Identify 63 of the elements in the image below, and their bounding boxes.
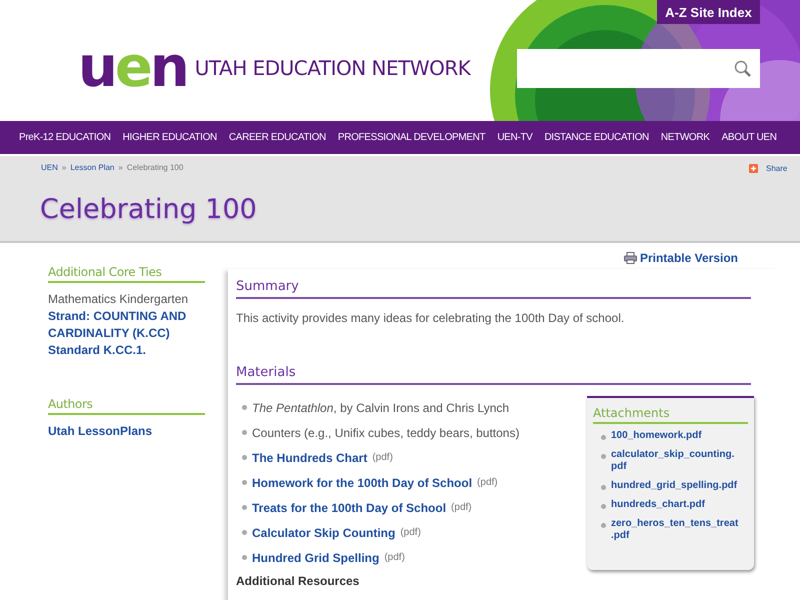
bullet-icon: [601, 523, 606, 528]
site-index-button[interactable]: A-Z Site Index: [657, 0, 760, 24]
attachment-link[interactable]: 100_homework.pdf: [611, 430, 702, 442]
material-link[interactable]: Hundred Grid Spelling: [252, 550, 380, 564]
bullet-icon: [242, 530, 247, 535]
breadcrumb-current: Celebrating 100: [126, 163, 184, 172]
attachment-link[interactable]: zero_heros_ten_tens_treat .pdf: [611, 518, 738, 542]
sidebar-text: Mathematics Kindergarten: [48, 291, 190, 308]
additional-resources-heading: Additional Resources: [236, 574, 360, 588]
bullet-icon: [601, 435, 606, 440]
printable-version-link[interactable]: Printable Version: [640, 251, 738, 265]
attachment-link[interactable]: hundreds_chart.pdf: [611, 499, 705, 511]
search-icon[interactable]: [734, 60, 752, 78]
breadcrumb-separator: »: [118, 163, 123, 172]
uen-logo[interactable]: uen: [78, 40, 187, 96]
sidebar-heading: Additional Core Ties: [48, 265, 205, 283]
share-link[interactable]: Share: [766, 164, 788, 173]
nav-link[interactable]: CAREER EDUCATION: [228, 132, 326, 143]
sidebar-link[interactable]: Strand: COUNTING AND CARDINALITY (K.CC): [48, 308, 205, 342]
plus-icon[interactable]: [749, 164, 758, 173]
nav-link[interactable]: PreK-12 EDUCATION: [19, 132, 111, 143]
bullet-icon: [601, 454, 606, 459]
sidebar-heading: Authors: [48, 397, 205, 415]
nav-link[interactable]: UEN-TV: [497, 132, 532, 143]
bullet-icon: [242, 505, 247, 510]
file-type-label: (pdf): [400, 527, 421, 538]
site-name: UTAH EDUCATION NETWORK: [194, 56, 470, 80]
file-type-label: (pdf): [451, 502, 472, 513]
bullet-icon: [242, 430, 247, 435]
section-heading: Materials: [236, 365, 751, 385]
file-type-label: (pdf): [372, 452, 393, 463]
material-text: The Pentathlon, by Calvin Irons and Chris Lynch: [252, 400, 510, 414]
page-title: Celebrating 100: [40, 194, 257, 225]
printer-icon[interactable]: [624, 252, 637, 264]
sidebar-link[interactable]: Standard K.CC.1.: [48, 342, 205, 359]
section-heading: Summary: [236, 279, 751, 299]
search-field[interactable]: [517, 49, 760, 88]
bullet-icon: [242, 455, 247, 460]
file-type-label: (pdf): [384, 552, 405, 563]
material-text: Counters (e.g., Unifix cubes, teddy bears, buttons): [252, 426, 520, 440]
material-link[interactable]: The Hundreds Chart: [252, 450, 368, 464]
attachment-link[interactable]: hundred_grid_spelling.pdf: [611, 480, 738, 492]
bullet-icon: [242, 405, 247, 410]
breadcrumb-link[interactable]: Lesson Plan: [70, 163, 114, 172]
attachment-link[interactable]: calculator_skip_counting. pdf: [611, 449, 734, 473]
sidebar-link[interactable]: Utah LessonPlans: [48, 423, 205, 440]
material-link[interactable]: Treats for the 100th Day of School: [252, 500, 446, 514]
nav-link[interactable]: NETWORK: [660, 132, 710, 143]
bullet-icon: [601, 504, 606, 509]
material-link[interactable]: Calculator Skip Counting: [252, 526, 396, 540]
summary-text: This activity provides many ideas for celebrating the 100th Day of school.: [236, 311, 626, 325]
bullet-icon: [601, 485, 606, 490]
nav-link[interactable]: PROFESSIONAL DEVELOPMENT: [338, 132, 486, 143]
bullet-icon: [242, 480, 247, 485]
nav-link[interactable]: HIGHER EDUCATION: [122, 132, 217, 143]
material-link[interactable]: Homework for the 100th Day of School: [252, 476, 472, 490]
bullet-icon: [242, 555, 247, 560]
nav-link[interactable]: DISTANCE EDUCATION: [544, 132, 649, 143]
breadcrumb-separator: »: [62, 163, 66, 172]
nav-link[interactable]: ABOUT UEN: [722, 132, 777, 143]
attachments-heading: Attachments: [593, 406, 748, 424]
breadcrumb-link[interactable]: UEN: [41, 163, 58, 172]
file-type-label: (pdf): [477, 477, 498, 488]
